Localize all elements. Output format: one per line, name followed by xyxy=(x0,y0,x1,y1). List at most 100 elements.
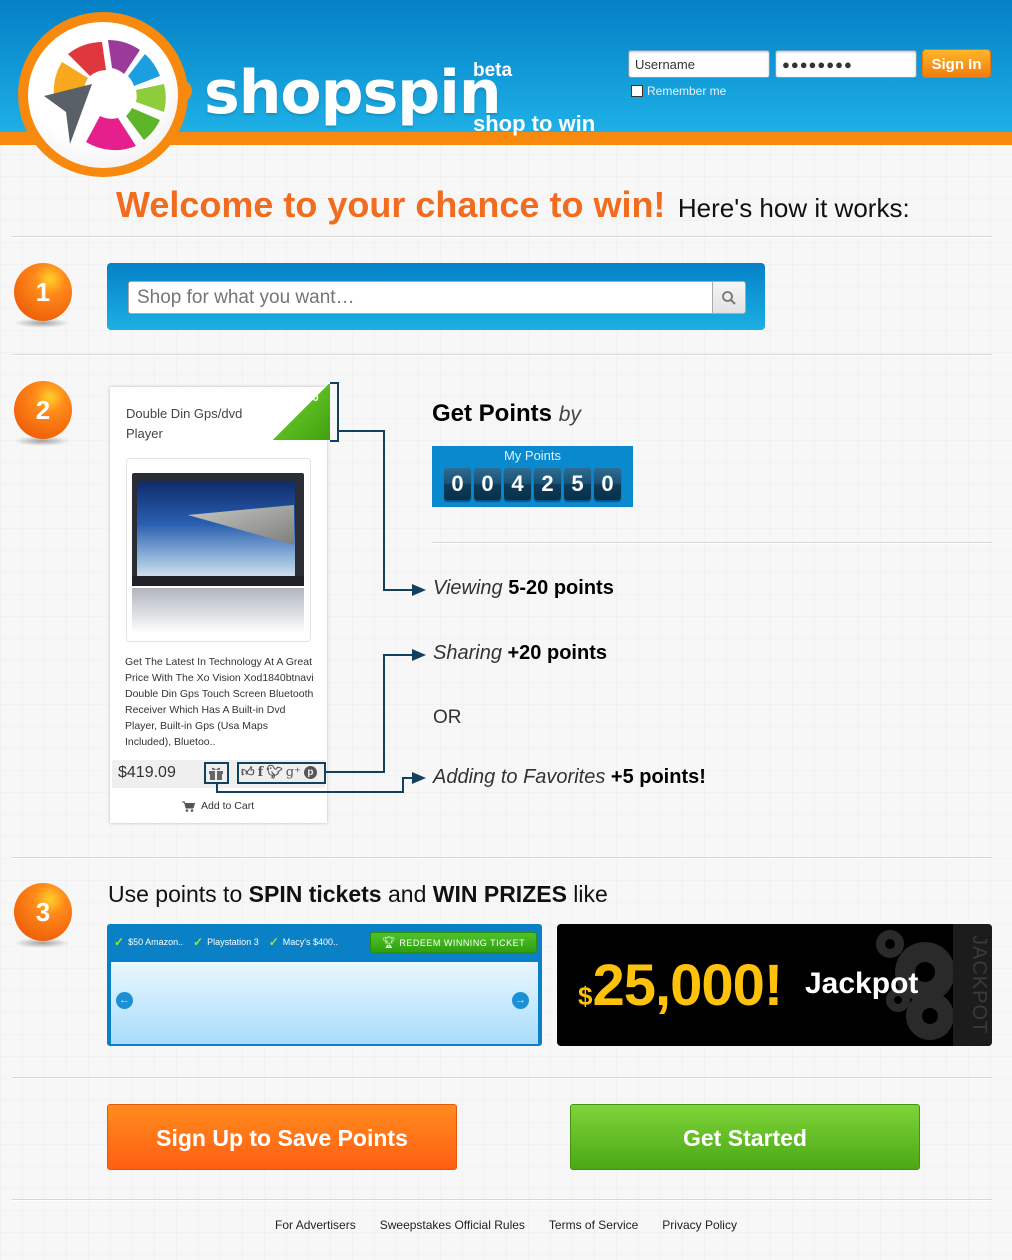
like-icon[interactable]: 👍︎ xyxy=(241,764,255,780)
get-points-heading: Get Points by xyxy=(432,400,581,428)
redeem-label: REDEEM WINNING TICKET xyxy=(399,937,526,948)
prize-list: ✓ $50 Amazon.. ✓ Playstation 3 ✓ Macy's … xyxy=(114,935,338,949)
way-reward: 5-20 points xyxy=(508,577,614,599)
product-title[interactable]: Double Din Gps/dvd Player xyxy=(126,404,276,444)
remember-me-checkbox[interactable] xyxy=(631,85,643,97)
prize-item[interactable]: ✓ Macy's $400.. xyxy=(269,935,338,949)
way-reward: +5 points! xyxy=(610,766,706,788)
section-divider xyxy=(432,542,992,544)
check-icon: ✓ xyxy=(114,935,125,949)
footer-link-terms[interactable]: Terms of Service xyxy=(549,1218,638,1232)
connector xyxy=(383,430,385,591)
arrow-icon xyxy=(412,772,426,784)
sign-up-button[interactable]: Sign Up to Save Points xyxy=(107,1104,457,1170)
logo-wheel-icon xyxy=(44,39,166,151)
username-input[interactable] xyxy=(628,50,770,78)
redeem-winning-ticket-button[interactable]: 🏆︎ REDEEM WINNING TICKET xyxy=(370,932,537,953)
footer-link-advertisers[interactable]: For Advertisers xyxy=(275,1218,356,1232)
arrow-icon xyxy=(412,649,426,661)
points-digit: 0 xyxy=(474,468,501,500)
search-input[interactable] xyxy=(128,281,714,314)
connector xyxy=(337,382,339,442)
connector xyxy=(216,791,404,793)
carousel-next-button[interactable]: → xyxy=(512,992,529,1009)
check-icon: ✓ xyxy=(268,935,279,949)
welcome-heading: Welcome to your chance to win! Here's ho… xyxy=(116,184,910,226)
prizes-intro: Use points to SPIN tickets and WIN PRIZE… xyxy=(108,881,608,908)
jackpot-tab-label: JACKPOT xyxy=(968,935,990,1035)
product-image-controls xyxy=(132,576,304,586)
section-divider xyxy=(12,1077,992,1079)
arrow-icon xyxy=(412,584,426,596)
way-sharing: Sharing +20 points xyxy=(433,642,607,665)
cart-icon xyxy=(182,801,195,812)
search-button[interactable] xyxy=(712,281,746,314)
connector xyxy=(330,440,339,442)
product-price: $419.09 xyxy=(118,764,176,781)
google-plus-icon[interactable]: g⁺ xyxy=(286,765,301,780)
my-points-label: My Points xyxy=(503,448,562,463)
way-action: Sharing xyxy=(433,642,502,664)
pinterest-icon[interactable]: p xyxy=(303,765,317,779)
jackpot-currency: $ xyxy=(578,981,593,1011)
password-input[interactable] xyxy=(775,50,917,78)
facebook-icon[interactable]: f xyxy=(258,765,264,780)
welcome-subhead: Here's how it works: xyxy=(677,193,910,223)
tagline: shop to win xyxy=(473,111,596,136)
remember-me[interactable]: Remember me xyxy=(631,84,726,98)
twitter-icon[interactable]: 🐦︎ xyxy=(266,764,283,780)
beta-label: beta xyxy=(473,60,513,81)
check-icon: ✓ xyxy=(193,935,204,949)
points-digit: 0 xyxy=(444,468,471,500)
step-3-badge: 3 xyxy=(14,883,72,941)
points-digits: 0 0 4 2 5 0 xyxy=(444,468,621,500)
prizes-intro-text: Use points to xyxy=(108,881,249,907)
product-description: Get The Latest In Technology At A Great … xyxy=(125,656,314,748)
carousel-prev-button[interactable]: ← xyxy=(116,992,133,1009)
or-label: OR xyxy=(433,707,462,728)
points-ribbon-value: +20 xyxy=(300,392,319,404)
footer-link-privacy[interactable]: Privacy Policy xyxy=(662,1218,737,1232)
prize-item-label: $50 Amazon.. xyxy=(128,937,184,947)
get-started-button[interactable]: Get Started xyxy=(570,1104,920,1170)
connector xyxy=(402,777,404,793)
trophy-icon: 🏆︎ xyxy=(381,937,397,949)
brand-wordmark[interactable]: shopspin xyxy=(204,58,502,128)
way-viewing: Viewing 5-20 points xyxy=(433,577,614,600)
way-favorites: Adding to Favorites +5 points! xyxy=(433,766,706,789)
connector xyxy=(383,654,385,773)
welcome-headline: Welcome to your chance to win! xyxy=(116,184,666,225)
prizes-intro-bold: WIN PRIZES xyxy=(432,881,567,907)
prize-item[interactable]: ✓ $50 Amazon.. xyxy=(114,935,183,949)
section-divider xyxy=(12,236,992,238)
prize-item-label: Macy's $400.. xyxy=(282,937,339,947)
prize-item-label: Playstation 3 xyxy=(207,937,259,947)
step-2-badge: 2 xyxy=(14,381,72,439)
footer-link-official-rules[interactable]: Sweepstakes Official Rules xyxy=(380,1218,525,1232)
prizes-intro-text: like xyxy=(566,881,608,907)
section-divider xyxy=(12,354,992,356)
connector xyxy=(383,654,413,656)
prize-carousel-viewport xyxy=(111,962,538,1044)
section-divider xyxy=(12,1199,992,1201)
prize-item[interactable]: ✓ Playstation 3 xyxy=(193,935,259,949)
get-points-suffix: by xyxy=(558,403,581,426)
share-icons: 👍︎ f 🐦︎ g⁺ p xyxy=(241,764,317,780)
way-action: Viewing xyxy=(433,577,503,599)
connector xyxy=(383,589,413,591)
sign-in-button[interactable]: Sign In xyxy=(922,49,991,78)
section-divider xyxy=(12,857,992,859)
prizes-intro-bold: SPIN tickets xyxy=(248,881,382,907)
add-to-cart-button[interactable]: Add to Cart xyxy=(182,800,254,812)
search-icon xyxy=(722,290,736,305)
add-to-cart-label: Add to Cart xyxy=(201,800,255,812)
points-digit: 5 xyxy=(564,468,591,500)
points-digit: 4 xyxy=(504,468,531,500)
points-digit: 2 xyxy=(534,468,561,500)
jackpot-value: 25,000! xyxy=(592,953,783,1018)
way-reward: +20 points xyxy=(507,642,607,664)
footer-links: For Advertisers Sweepstakes Official Rul… xyxy=(0,1218,1012,1232)
way-action: Adding to Favorites xyxy=(433,766,606,788)
product-image-reflection xyxy=(132,588,304,633)
gift-icon[interactable] xyxy=(208,766,224,780)
